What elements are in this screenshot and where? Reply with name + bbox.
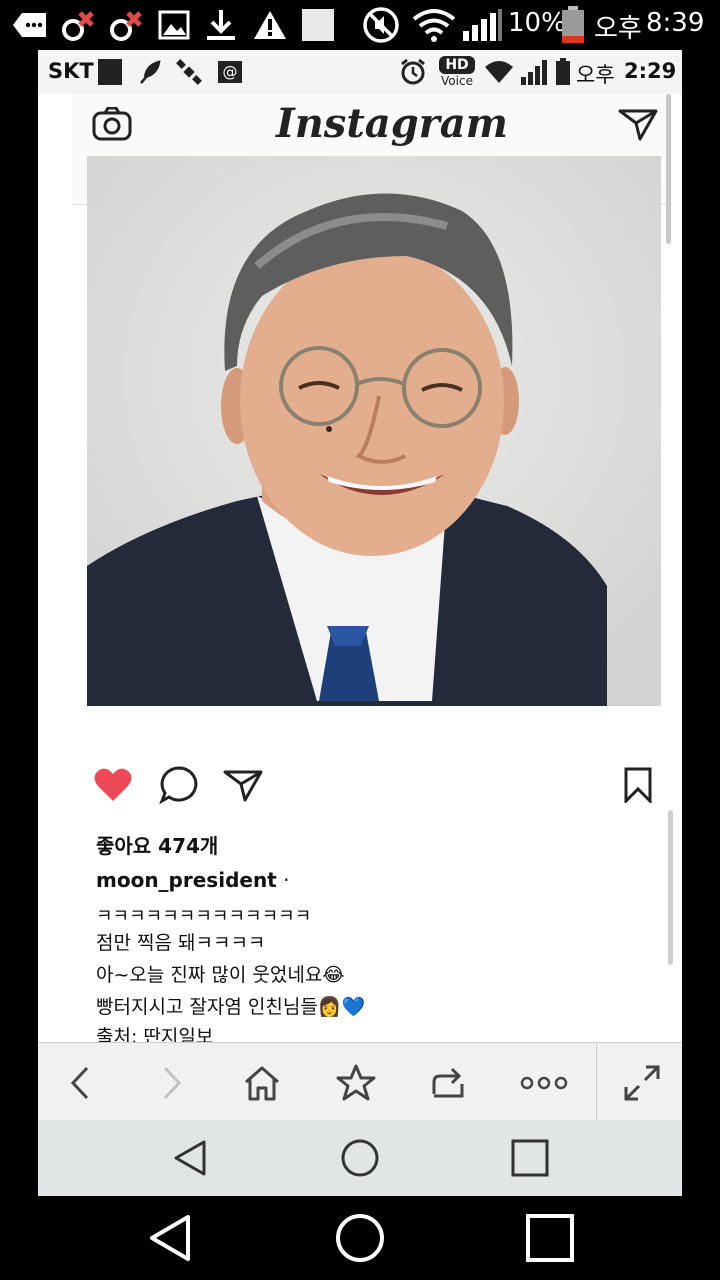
missed-call-icon [58,6,98,44]
camera-icon[interactable] [90,102,134,146]
caption-line: 아~오늘 진짜 많이 웃었네요😂 [96,964,345,986]
mute-icon [360,6,402,44]
wifi-icon [410,6,458,44]
carrier-label: SKT [48,59,94,83]
signal-icon [460,6,504,44]
missed-call-icon [106,6,146,44]
screenshot-frame: SKT @ HD Voice 오후 2:29 Instagram 좋아요 474… [38,50,682,1196]
nav-back-icon[interactable] [142,1210,198,1266]
inner-navigation-bar [38,1120,682,1196]
scrollbar-thumb[interactable] [666,94,671,244]
alarm-icon [398,58,428,86]
caption-line: 빵터지시고 잘자염 인친님들👩💙 [96,996,366,1018]
hd-voice-icon: HD Voice [439,56,475,88]
message-icon [10,6,50,44]
like-heart-icon[interactable] [88,760,138,810]
home-icon[interactable] [236,1057,288,1109]
comment-icon[interactable] [154,760,204,810]
inner-wifi-icon [482,58,516,86]
outer-status-bar: 10% 오후 8:39 [0,0,720,50]
instagram-logo: Instagram [276,100,508,147]
save-bookmark-icon[interactable] [613,760,663,810]
post-photo[interactable] [87,156,661,706]
inner-signal-icon [518,58,548,86]
more-icon[interactable] [514,1057,574,1109]
inner-battery-icon [554,58,572,86]
inner-nav-home-icon[interactable] [334,1132,386,1184]
bookmark-star-icon[interactable] [330,1057,382,1109]
gallery-icon [156,6,192,44]
battery-icon [560,6,586,44]
inner-ampm: 오후 [576,63,615,87]
nav-home-icon[interactable] [332,1210,388,1266]
share-post-icon[interactable] [218,760,268,810]
share-icon[interactable] [422,1057,474,1109]
caption-line: ㅋㅋㅋㅋㅋㅋㅋㅋㅋㅋㅋㅋㅋ [96,906,312,927]
inner-status-bar: SKT @ HD Voice 오후 2:29 [38,50,682,94]
caption-line: 점만 찍음 돼ㅋㅋㅋㅋ [96,932,266,954]
warning-icon [250,6,290,44]
outer-ampm: 오후 [594,14,642,44]
inner-nav-back-icon[interactable] [164,1132,216,1184]
download-icon [202,6,240,44]
username-suffix: · [276,868,290,892]
scrollbar-thumb[interactable] [668,810,673,965]
post-actions [38,760,682,820]
post-username[interactable]: moon_president · [96,868,289,892]
username-text[interactable]: moon_president [96,868,277,892]
back-icon[interactable] [54,1057,106,1109]
nav-recents-icon[interactable] [522,1210,578,1266]
mail-icon: @ [216,58,244,86]
direct-message-icon[interactable] [616,102,660,146]
placeholder-icon [300,6,336,44]
battery-percent: 10% [508,8,566,38]
fullscreen-icon[interactable] [616,1057,668,1109]
feather-icon [136,58,164,86]
likes-count[interactable]: 좋아요 474개 [96,830,218,859]
inner-clock: 2:29 [624,59,677,83]
satellite-icon [174,58,204,86]
forward-icon[interactable] [146,1057,198,1109]
browser-toolbar [38,1042,682,1121]
outer-navigation-bar [0,1196,720,1280]
outer-clock: 8:39 [646,8,705,38]
inner-nav-recents-icon[interactable] [504,1132,556,1184]
sim-icon [96,58,124,86]
